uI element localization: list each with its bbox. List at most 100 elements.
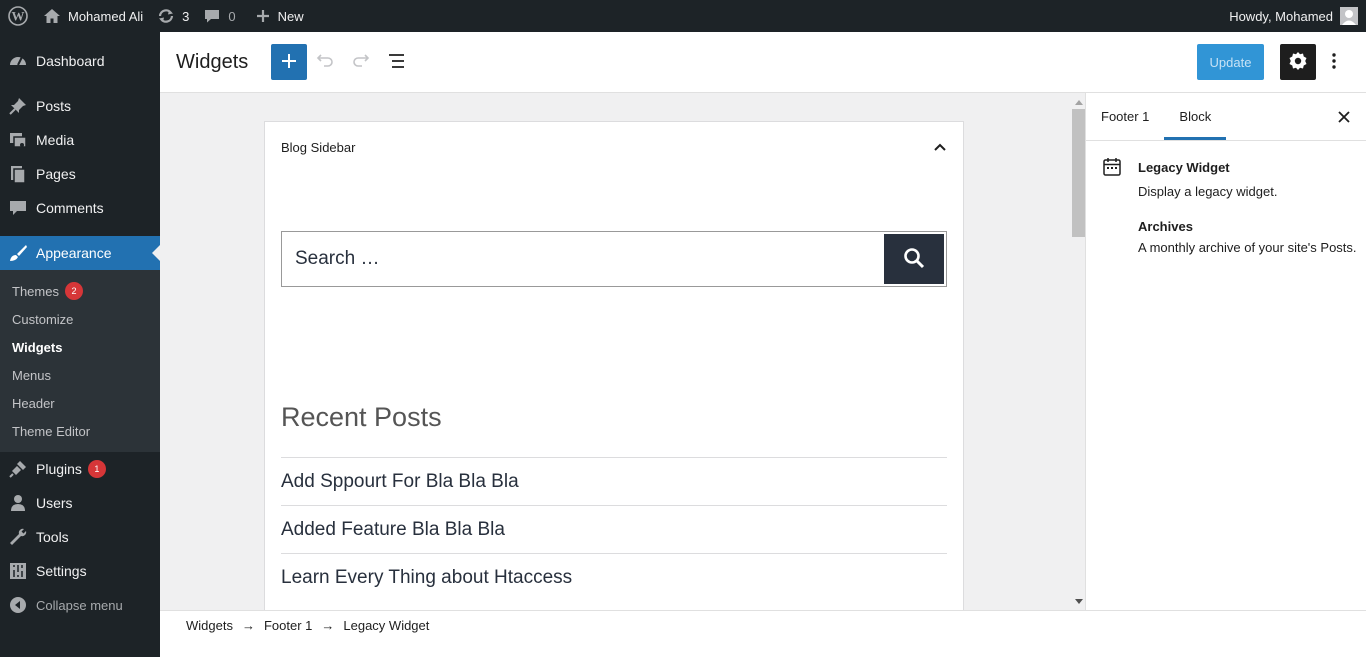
search-button[interactable]	[884, 234, 944, 284]
settings-sliders-icon	[8, 561, 28, 581]
updates-icon	[157, 8, 175, 24]
menu-label: Pages	[36, 166, 76, 182]
scroll-down-arrow-icon[interactable]	[1072, 594, 1085, 608]
widget-area-header[interactable]: Blog Sidebar	[265, 122, 963, 172]
block-inspector: Footer 1 Block Legacy Widget Display a l…	[1085, 93, 1366, 610]
menu-item-plugins[interactable]: Plugins 1	[0, 452, 160, 486]
paintbrush-icon	[8, 243, 28, 263]
close-icon[interactable]	[1332, 105, 1356, 129]
submenu-item-header[interactable]: Header	[0, 389, 160, 417]
editor-canvas: Blog Sidebar Search … Recent Posts Add S…	[160, 93, 1085, 610]
editor-header: Widgets Update	[160, 32, 1366, 93]
recent-post-link[interactable]: Learn Every Thing about Htaccess	[281, 553, 947, 601]
admin-bar: W Mohamed Ali 3 0 New Howdy, Mohamed	[0, 0, 1366, 32]
undo-icon	[316, 53, 334, 71]
search-icon	[902, 246, 926, 273]
scrollbar-thumb[interactable]	[1072, 109, 1085, 237]
collapse-menu-button[interactable]: Collapse menu	[0, 588, 160, 622]
home-icon	[43, 8, 61, 24]
breadcrumb-item[interactable]: Widgets	[186, 618, 233, 633]
comments-link[interactable]: 0	[196, 0, 242, 32]
site-name-link[interactable]: Mohamed Ali	[36, 0, 150, 32]
menu-label: Tools	[36, 529, 69, 545]
menu-item-appearance[interactable]: Appearance	[0, 236, 160, 270]
undo-button[interactable]	[307, 44, 343, 80]
recent-posts-title: Recent Posts	[281, 402, 442, 432]
plugin-update-badge: 1	[87, 460, 106, 478]
recent-post-link[interactable]: Added Feature Bla Bla Bla	[281, 505, 947, 553]
dashboard-icon	[8, 51, 28, 71]
menu-item-settings[interactable]: Settings	[0, 554, 160, 588]
comments-icon	[8, 198, 28, 218]
menu-item-pages[interactable]: Pages	[0, 157, 160, 191]
menu-item-tools[interactable]: Tools	[0, 520, 160, 554]
pushpin-icon	[8, 96, 28, 116]
redo-icon	[352, 53, 370, 71]
scroll-up-arrow-icon[interactable]	[1072, 95, 1085, 109]
widget-name: Archives	[1138, 219, 1193, 234]
breadcrumb-separator: →	[321, 618, 335, 633]
submenu-item-customize[interactable]: Customize	[0, 305, 160, 333]
pages-icon	[8, 164, 28, 184]
wrench-icon	[8, 527, 28, 547]
list-view-button[interactable]	[379, 44, 415, 80]
submenu-item-menus[interactable]: Menus	[0, 361, 160, 389]
list-view-icon	[387, 53, 407, 72]
updates-link[interactable]: 3	[150, 0, 196, 32]
submenu-item-themes[interactable]: Themes 2	[0, 277, 160, 305]
menu-label: Dashboard	[36, 53, 105, 69]
collapse-arrow-icon	[8, 595, 28, 615]
site-name: Mohamed Ali	[68, 8, 144, 24]
widget-area-blog-sidebar[interactable]: Blog Sidebar Search … Recent Posts Add S…	[264, 121, 964, 610]
submenu-item-widgets[interactable]: Widgets	[0, 333, 160, 361]
new-label: New	[277, 8, 304, 24]
submenu-label: Customize	[12, 311, 74, 327]
menu-item-posts[interactable]: Posts	[0, 89, 160, 123]
media-icon	[8, 130, 28, 150]
breadcrumb-item[interactable]: Footer 1	[264, 618, 312, 633]
menu-item-users[interactable]: Users	[0, 486, 160, 520]
update-button[interactable]: Update	[1197, 44, 1264, 80]
add-block-button[interactable]	[271, 44, 307, 80]
tab-widget-area[interactable]: Footer 1	[1086, 93, 1164, 140]
settings-toggle-button[interactable]	[1280, 44, 1316, 80]
submenu-item-theme-editor[interactable]: Theme Editor	[0, 417, 160, 445]
menu-label: Appearance	[36, 245, 112, 261]
recent-posts-list: Add Sppourt For Bla Bla Bla Added Featur…	[281, 457, 947, 601]
chevron-up-icon[interactable]	[933, 140, 947, 155]
breadcrumb-separator: →	[241, 618, 255, 633]
recent-post-link[interactable]: Add Sppourt For Bla Bla Bla	[281, 457, 947, 505]
widget-area-title: Blog Sidebar	[281, 139, 356, 155]
howdy-text: Howdy, Mohamed	[1229, 8, 1333, 24]
plugin-icon	[8, 459, 28, 479]
tab-block[interactable]: Block	[1164, 93, 1226, 140]
menu-label: Comments	[36, 200, 104, 216]
my-account[interactable]: Howdy, Mohamed	[1229, 0, 1366, 32]
canvas-scrollbar[interactable]	[1068, 93, 1085, 610]
block-breadcrumb: Widgets → Footer 1 → Legacy Widget	[160, 610, 1366, 657]
page-title: Widgets	[176, 50, 249, 73]
more-options-button[interactable]	[1320, 44, 1348, 80]
submenu-label: Menus	[12, 367, 52, 383]
menu-label: Media	[36, 132, 75, 148]
search-widget[interactable]: Search …	[281, 231, 947, 287]
block-description: Display a legacy widget.	[1138, 184, 1278, 199]
widget-description: A monthly archive of your site's Posts.	[1138, 240, 1357, 255]
update-count-badge: 2	[64, 282, 83, 300]
new-content-link[interactable]: New	[249, 0, 311, 32]
search-input[interactable]: Search …	[282, 248, 884, 270]
block-title: Legacy Widget	[1138, 160, 1230, 175]
wordpress-logo-icon[interactable]: W	[0, 0, 36, 32]
menu-item-comments[interactable]: Comments	[0, 191, 160, 225]
legacy-widget-info: Archives A monthly archive of your site'…	[1138, 219, 1358, 257]
submenu-label: Widgets	[12, 339, 63, 355]
menu-item-media[interactable]: Media	[0, 123, 160, 157]
block-card: Legacy Widget Display a legacy widget. A…	[1086, 141, 1366, 257]
redo-button[interactable]	[343, 44, 379, 80]
calendar-icon	[1102, 157, 1126, 257]
gear-icon	[1288, 51, 1308, 74]
plus-icon	[281, 53, 297, 72]
svg-text:W: W	[12, 9, 25, 24]
menu-item-dashboard[interactable]: Dashboard	[0, 44, 160, 78]
inspector-tabs: Footer 1 Block	[1086, 93, 1366, 141]
